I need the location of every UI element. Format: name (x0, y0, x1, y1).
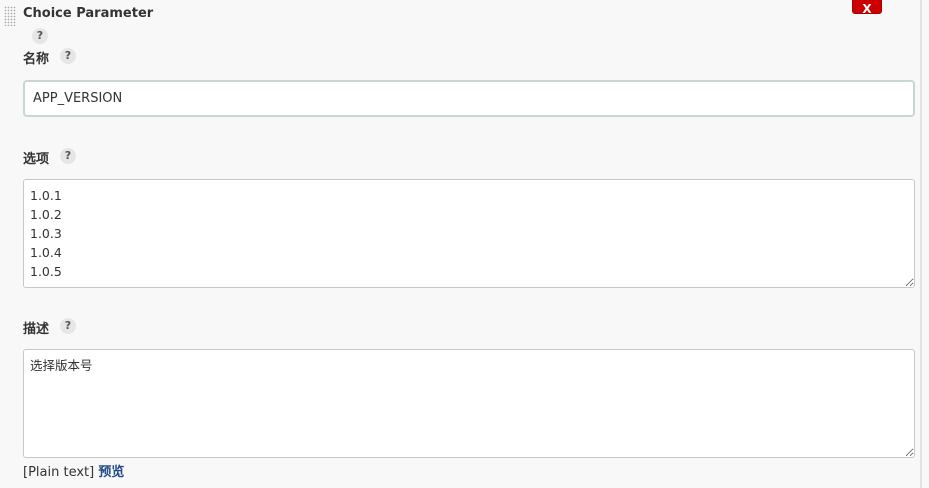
description-help-icon[interactable]: ? (60, 318, 76, 334)
description-textarea[interactable]: 选择版本号 (23, 349, 915, 458)
block-help-icon[interactable]: ? (32, 28, 48, 44)
preview-link[interactable]: 预览 (98, 465, 124, 480)
description-label: 描述 (23, 322, 50, 337)
name-input[interactable] (23, 80, 915, 117)
panel-right-border (920, 0, 922, 488)
name-help-icon[interactable]: ? (60, 48, 76, 64)
format-label: [Plain text] (23, 465, 95, 480)
choices-textarea[interactable]: 1.0.1 1.0.2 1.0.3 1.0.4 1.0.5 (23, 179, 915, 288)
drag-handle-icon[interactable] (4, 6, 16, 26)
delete-button[interactable]: X (852, 0, 882, 16)
block-title: Choice Parameter (23, 6, 154, 21)
choices-help-icon[interactable]: ? (60, 148, 76, 164)
choices-label: 选项 (23, 152, 50, 167)
name-label: 名称 (23, 52, 50, 67)
description-footer: [Plain text] 预览 (23, 461, 124, 480)
